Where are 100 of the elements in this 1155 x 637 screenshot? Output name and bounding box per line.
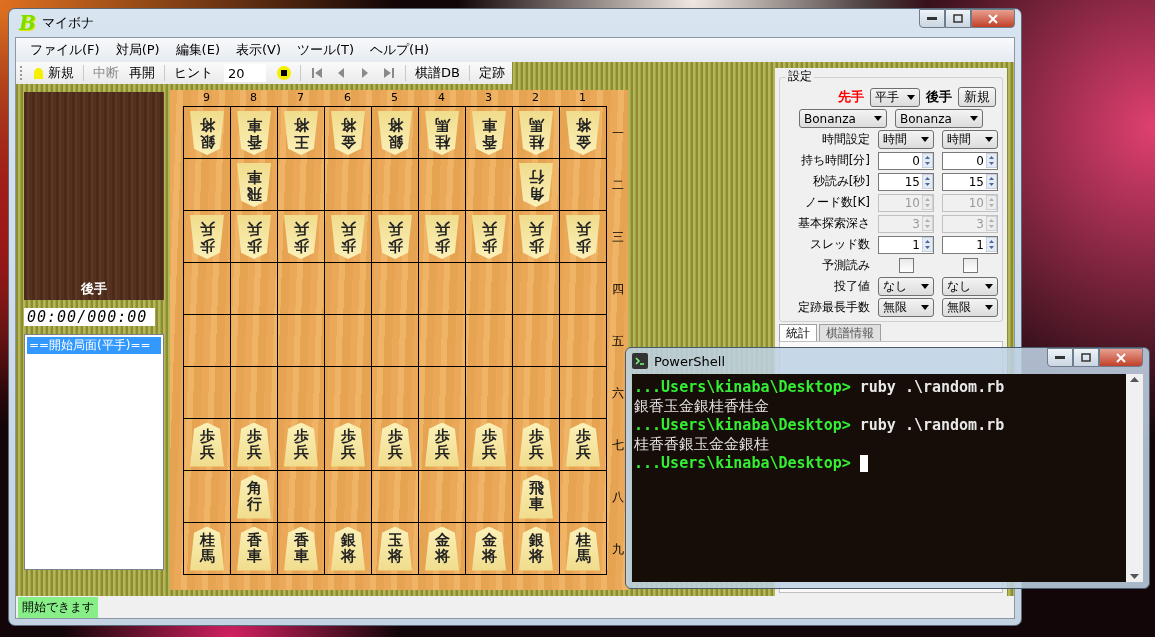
shogi-piece[interactable]: 飛車 (237, 162, 271, 207)
menu-item[interactable]: ツール(T) (289, 41, 363, 59)
shogi-piece[interactable]: 金将 (472, 526, 506, 571)
dropdown[interactable]: 時間 (942, 130, 998, 149)
engine-dropdown[interactable]: Bonanza (799, 109, 887, 128)
toolbar-button[interactable]: 再開 (126, 63, 158, 83)
shogi-piece[interactable]: 歩兵 (378, 214, 412, 259)
menu-item[interactable]: ヘルプ(H) (362, 41, 438, 59)
shogi-piece[interactable]: 歩兵 (472, 422, 506, 467)
shogi-piece[interactable]: 桂馬 (425, 110, 459, 155)
minimize-button[interactable] (1047, 348, 1073, 367)
close-button[interactable] (971, 9, 1015, 28)
caret-icon (985, 137, 993, 142)
shogi-piece[interactable]: 角行 (237, 474, 271, 519)
shogi-piece[interactable]: 香車 (237, 526, 271, 571)
rank-number: 八 (612, 488, 625, 506)
close-icon (1116, 352, 1126, 363)
shogi-piece[interactable]: 歩兵 (331, 214, 365, 259)
number-field[interactable]: 15 (942, 172, 998, 191)
new-game-button[interactable]: 新規 (29, 63, 77, 83)
hint-count-field[interactable]: 20 (224, 64, 266, 82)
shogi-piece[interactable]: 桂馬 (190, 526, 224, 571)
handicap-dropdown[interactable]: 平手 (870, 87, 920, 107)
shogi-piece[interactable]: 桂馬 (519, 110, 553, 155)
sente-label: 先手 (838, 88, 864, 106)
console-output: 銀香玉金銀桂香桂金 (634, 397, 769, 416)
toolbar-button[interactable]: 棋譜DB (412, 63, 463, 83)
shogi-piece[interactable]: 銀将 (190, 110, 224, 155)
console-prompt: ...Users\kinaba\Desktop> (634, 416, 851, 435)
spin-arrows-icon[interactable] (922, 237, 933, 252)
close-button[interactable] (1099, 348, 1143, 367)
number-field[interactable]: 1 (942, 235, 998, 254)
setting-label: スレッド数 (809, 236, 870, 253)
scrollbar[interactable] (1126, 374, 1143, 582)
shogi-piece[interactable]: 歩兵 (566, 214, 600, 259)
shogi-piece[interactable]: 歩兵 (237, 214, 271, 259)
number-field[interactable]: 0 (942, 151, 998, 170)
caret-icon (985, 305, 993, 310)
shogi-piece[interactable]: 玉将 (378, 526, 412, 571)
shogi-piece[interactable]: 飛車 (519, 474, 553, 519)
shogi-piece[interactable]: 歩兵 (425, 214, 459, 259)
shogi-piece[interactable]: 銀将 (519, 526, 553, 571)
dropdown[interactable]: 時間 (878, 130, 934, 149)
shogi-piece[interactable]: 歩兵 (378, 422, 412, 467)
spin-arrows-icon[interactable] (986, 153, 997, 168)
spin-arrows-icon[interactable] (986, 237, 997, 252)
shogi-piece[interactable]: 金将 (425, 526, 459, 571)
spin-arrows-icon[interactable] (986, 174, 997, 189)
shogi-piece[interactable]: 歩兵 (284, 214, 318, 259)
maximize-button[interactable] (1073, 348, 1099, 367)
engine-dropdown[interactable]: Bonanza (895, 109, 983, 128)
number-field[interactable]: 15 (878, 172, 934, 191)
dropdown[interactable]: 無限 (878, 298, 934, 317)
dropdown[interactable]: なし (878, 277, 934, 296)
shogi-piece[interactable]: 香車 (237, 110, 271, 155)
shogi-piece[interactable]: 歩兵 (284, 422, 318, 467)
maximize-icon (953, 14, 963, 23)
shogi-piece[interactable]: 銀将 (331, 526, 365, 571)
shogi-piece[interactable]: 銀将 (378, 110, 412, 155)
shogi-piece[interactable]: 歩兵 (237, 422, 271, 467)
caret-icon (907, 94, 915, 100)
shogi-piece[interactable]: 歩兵 (190, 422, 224, 467)
checkbox[interactable] (962, 258, 978, 273)
spin-arrows-icon[interactable] (922, 153, 933, 168)
shogi-piece[interactable]: 歩兵 (519, 422, 553, 467)
shogi-piece[interactable]: 角行 (519, 162, 553, 207)
shogi-piece[interactable]: 歩兵 (331, 422, 365, 467)
caret-icon (970, 116, 978, 121)
toolbar-button[interactable]: ヒント (171, 63, 216, 83)
menu-item[interactable]: 表示(V) (227, 41, 289, 59)
shogi-piece[interactable]: 香車 (472, 110, 506, 155)
tab[interactable]: 棋譜情報 (819, 324, 881, 341)
toolbar-button[interactable]: 定跡 (475, 63, 508, 83)
menu-item[interactable]: 対局(P) (107, 41, 168, 59)
menu-item[interactable]: ファイル(F) (22, 41, 108, 59)
number-field[interactable]: 0 (878, 151, 934, 170)
shogi-piece[interactable]: 歩兵 (425, 422, 459, 467)
shogi-piece[interactable]: 香車 (284, 526, 318, 571)
menu-item[interactable]: 編集(E) (167, 41, 228, 59)
shogi-piece[interactable]: 桂馬 (566, 526, 600, 571)
stop-button[interactable] (274, 63, 294, 83)
rank-number: 五 (612, 332, 625, 350)
shogi-piece[interactable]: 王将 (284, 110, 318, 155)
shogi-piece[interactable]: 歩兵 (472, 214, 506, 259)
setting-label: 持ち時間[分] (799, 152, 870, 169)
tab[interactable]: 統計 (779, 324, 817, 341)
dropdown[interactable]: なし (942, 277, 998, 296)
shogi-piece[interactable]: 歩兵 (519, 214, 553, 259)
shogi-piece[interactable]: 金将 (566, 110, 600, 155)
shogi-piece[interactable]: 歩兵 (190, 214, 224, 259)
left-arrow-icon (310, 66, 324, 80)
dropdown[interactable]: 無限 (942, 298, 998, 317)
spin-arrows-icon[interactable] (922, 174, 933, 189)
minimize-button[interactable] (919, 9, 945, 28)
new-button[interactable]: 新規 (958, 87, 996, 107)
checkbox[interactable] (898, 258, 914, 273)
shogi-piece[interactable]: 歩兵 (566, 422, 600, 467)
number-field[interactable]: 1 (878, 235, 934, 254)
shogi-piece[interactable]: 金将 (331, 110, 365, 155)
maximize-button[interactable] (945, 9, 971, 28)
